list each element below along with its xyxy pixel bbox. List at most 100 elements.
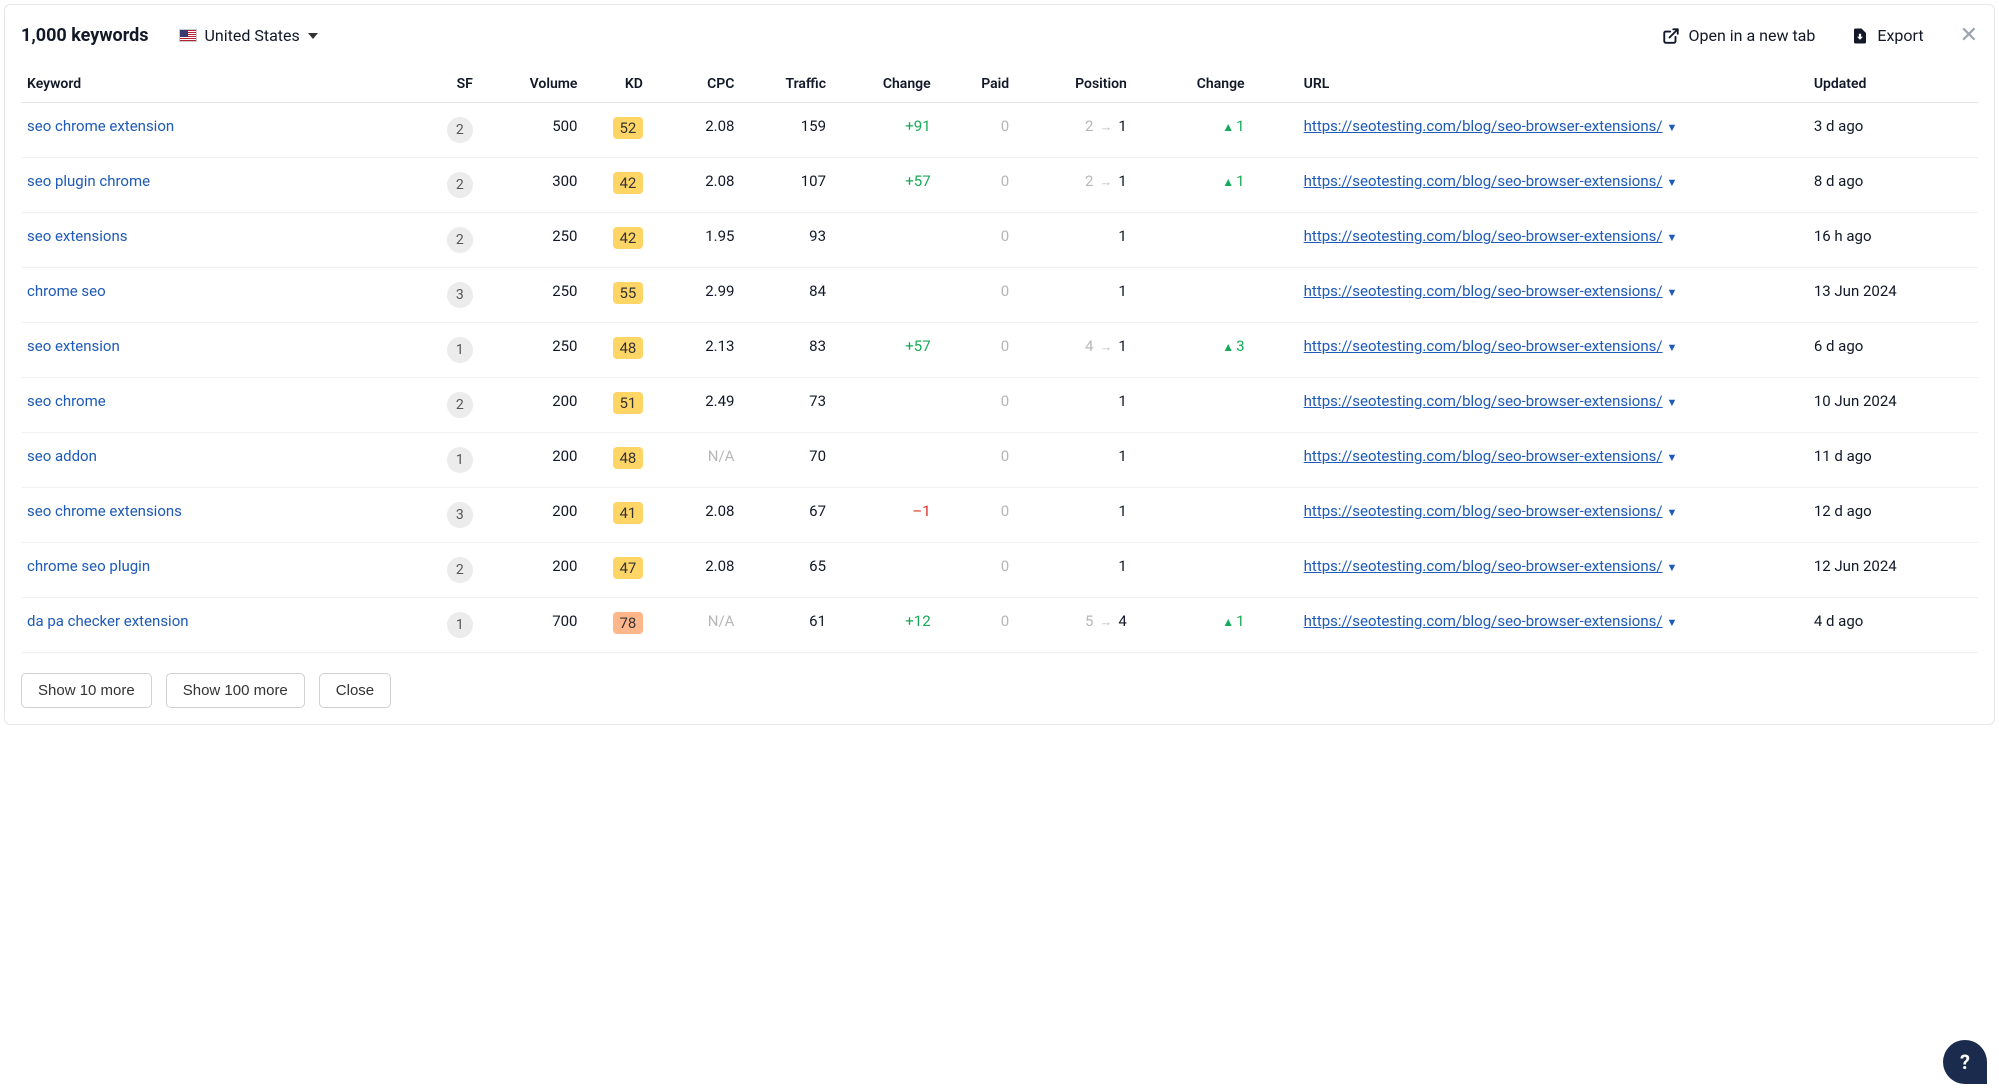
url-dropdown-icon[interactable]: ▼ bbox=[1667, 451, 1678, 464]
sf-badge: 2 bbox=[447, 227, 473, 253]
url-dropdown-icon[interactable]: ▼ bbox=[1667, 231, 1678, 244]
col-traffic[interactable]: Traffic bbox=[740, 66, 832, 103]
col-sf[interactable]: SF bbox=[413, 66, 478, 103]
cpc-cell: 2.08 bbox=[649, 158, 741, 213]
col-volume[interactable]: Volume bbox=[479, 66, 584, 103]
panel-title: 1,000 keywords bbox=[21, 25, 149, 46]
kd-badge: 47 bbox=[613, 557, 643, 579]
col-keyword[interactable]: Keyword bbox=[21, 66, 413, 103]
url-dropdown-icon[interactable]: ▼ bbox=[1667, 561, 1678, 574]
table-header-row: Keyword SF Volume KD CPC Traffic Change … bbox=[21, 66, 1978, 103]
col-kd[interactable]: KD bbox=[583, 66, 648, 103]
paid-cell: 0 bbox=[937, 323, 1015, 378]
volume-cell: 200 bbox=[479, 543, 584, 598]
updated-cell: 10 Jun 2024 bbox=[1808, 378, 1978, 433]
close-panel-button[interactable]: ✕ bbox=[1960, 23, 1978, 48]
col-position[interactable]: Position bbox=[1015, 66, 1133, 103]
keyword-link[interactable]: seo extension bbox=[27, 337, 120, 355]
table-row: seo plugin chrome2300422.08107+5702→1▲1h… bbox=[21, 158, 1978, 213]
url-dropdown-icon[interactable]: ▼ bbox=[1667, 286, 1678, 299]
col-updated[interactable]: Updated bbox=[1808, 66, 1978, 103]
volume-cell: 700 bbox=[479, 598, 584, 653]
url-link[interactable]: https://seotesting.com/blog/seo-browser-… bbox=[1304, 447, 1663, 465]
updated-cell: 8 d ago bbox=[1808, 158, 1978, 213]
updated-cell: 4 d ago bbox=[1808, 598, 1978, 653]
volume-cell: 300 bbox=[479, 158, 584, 213]
position-cell: 2→1 bbox=[1015, 158, 1133, 213]
keyword-link[interactable]: seo plugin chrome bbox=[27, 172, 150, 190]
locale-selector[interactable]: United States bbox=[179, 26, 318, 45]
position-cell: 2→1 bbox=[1015, 103, 1133, 158]
cpc-cell: 2.99 bbox=[649, 268, 741, 323]
volume-cell: 250 bbox=[479, 323, 584, 378]
keywords-table: Keyword SF Volume KD CPC Traffic Change … bbox=[21, 66, 1978, 653]
col-pchange[interactable]: Change bbox=[1133, 66, 1251, 103]
keyword-link[interactable]: seo chrome extension bbox=[27, 117, 174, 135]
url-link[interactable]: https://seotesting.com/blog/seo-browser-… bbox=[1304, 502, 1663, 520]
volume-cell: 200 bbox=[479, 378, 584, 433]
paid-cell: 0 bbox=[937, 213, 1015, 268]
keyword-link[interactable]: seo addon bbox=[27, 447, 97, 465]
sf-badge: 2 bbox=[447, 557, 473, 583]
volume-cell: 200 bbox=[479, 433, 584, 488]
url-link[interactable]: https://seotesting.com/blog/seo-browser-… bbox=[1304, 172, 1663, 190]
position-cell: 4→1 bbox=[1015, 323, 1133, 378]
table-row: da pa checker extension170078N/A61+1205→… bbox=[21, 598, 1978, 653]
traffic-cell: 73 bbox=[740, 378, 832, 433]
keyword-link[interactable]: chrome seo plugin bbox=[27, 557, 150, 575]
paid-cell: 0 bbox=[937, 158, 1015, 213]
export-button[interactable]: Export bbox=[1851, 26, 1923, 45]
position-change-cell bbox=[1133, 433, 1251, 488]
keyword-link[interactable]: chrome seo bbox=[27, 282, 106, 300]
url-dropdown-icon[interactable]: ▼ bbox=[1667, 176, 1678, 189]
show-10-more-button[interactable]: Show 10 more bbox=[21, 673, 152, 708]
url-link[interactable]: https://seotesting.com/blog/seo-browser-… bbox=[1304, 337, 1663, 355]
help-bubble[interactable]: ? bbox=[1943, 1040, 1987, 1084]
cpc-cell: 2.08 bbox=[649, 543, 741, 598]
col-cpc[interactable]: CPC bbox=[649, 66, 741, 103]
updated-cell: 12 Jun 2024 bbox=[1808, 543, 1978, 598]
volume-cell: 500 bbox=[479, 103, 584, 158]
volume-cell: 200 bbox=[479, 488, 584, 543]
position-cell: 1 bbox=[1015, 213, 1133, 268]
url-link[interactable]: https://seotesting.com/blog/seo-browser-… bbox=[1304, 282, 1663, 300]
table-footer: Show 10 more Show 100 more Close bbox=[21, 653, 1978, 708]
url-dropdown-icon[interactable]: ▼ bbox=[1667, 341, 1678, 354]
position-cell: 1 bbox=[1015, 543, 1133, 598]
volume-cell: 250 bbox=[479, 268, 584, 323]
keyword-link[interactable]: seo chrome bbox=[27, 392, 106, 410]
url-link[interactable]: https://seotesting.com/blog/seo-browser-… bbox=[1304, 117, 1663, 135]
url-link[interactable]: https://seotesting.com/blog/seo-browser-… bbox=[1304, 392, 1663, 410]
keyword-link[interactable]: da pa checker extension bbox=[27, 612, 189, 630]
keyword-link[interactable]: seo chrome extensions bbox=[27, 502, 182, 520]
url-link[interactable]: https://seotesting.com/blog/seo-browser-… bbox=[1304, 557, 1663, 575]
col-paid[interactable]: Paid bbox=[937, 66, 1015, 103]
url-link[interactable]: https://seotesting.com/blog/seo-browser-… bbox=[1304, 227, 1663, 245]
cpc-cell: 2.49 bbox=[649, 378, 741, 433]
kd-badge: 41 bbox=[613, 502, 643, 524]
triangle-up-icon: ▲ bbox=[1222, 120, 1234, 134]
url-dropdown-icon[interactable]: ▼ bbox=[1667, 506, 1678, 519]
close-button[interactable]: Close bbox=[319, 673, 391, 708]
open-new-tab-button[interactable]: Open in a new tab bbox=[1662, 26, 1815, 45]
url-dropdown-icon[interactable]: ▼ bbox=[1667, 396, 1678, 409]
sf-badge: 3 bbox=[447, 282, 473, 308]
col-url[interactable]: URL bbox=[1298, 66, 1808, 103]
url-dropdown-icon[interactable]: ▼ bbox=[1667, 616, 1678, 629]
position-cell: 1 bbox=[1015, 268, 1133, 323]
cpc-cell: N/A bbox=[649, 433, 741, 488]
paid-cell: 0 bbox=[937, 378, 1015, 433]
table-row: seo extension1250482.1383+5704→1▲3https:… bbox=[21, 323, 1978, 378]
keyword-link[interactable]: seo extensions bbox=[27, 227, 127, 245]
kd-badge: 78 bbox=[613, 612, 643, 634]
col-change[interactable]: Change bbox=[832, 66, 937, 103]
updated-cell: 13 Jun 2024 bbox=[1808, 268, 1978, 323]
url-dropdown-icon[interactable]: ▼ bbox=[1667, 121, 1678, 134]
position-change-cell: ▲1 bbox=[1133, 158, 1251, 213]
show-100-more-button[interactable]: Show 100 more bbox=[166, 673, 305, 708]
traffic-cell: 61 bbox=[740, 598, 832, 653]
locale-label: United States bbox=[205, 26, 300, 45]
sf-badge: 3 bbox=[447, 502, 473, 528]
paid-cell: 0 bbox=[937, 268, 1015, 323]
url-link[interactable]: https://seotesting.com/blog/seo-browser-… bbox=[1304, 612, 1663, 630]
